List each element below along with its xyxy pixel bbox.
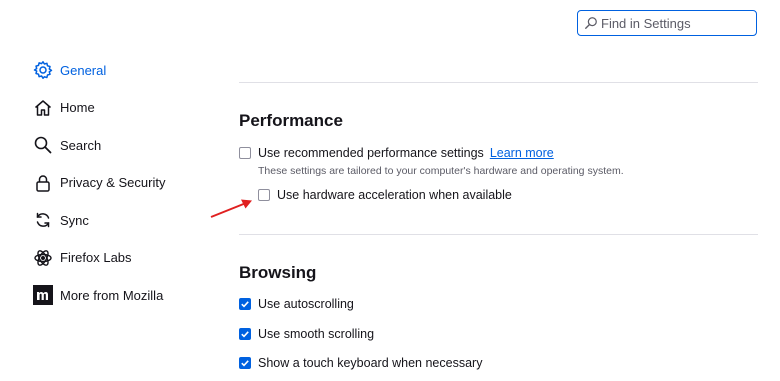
recommended-performance-checkbox[interactable]	[239, 147, 251, 159]
annotation-arrow-icon	[210, 199, 252, 218]
smooth-scrolling-checkbox[interactable]	[239, 328, 251, 340]
section-divider	[239, 234, 758, 235]
autoscrolling-checkbox[interactable]	[239, 298, 251, 310]
autoscrolling-row: Use autoscrolling	[239, 297, 354, 311]
sidebar-item-home[interactable]: Home	[33, 96, 165, 120]
labs-icon	[33, 248, 53, 268]
smooth-scrolling-row: Use smooth scrolling	[239, 327, 374, 341]
hardware-acceleration-checkbox[interactable]	[258, 189, 270, 201]
sidebar-nav: General Home Search Privacy & Security S…	[33, 58, 165, 321]
search-icon	[585, 17, 597, 29]
touch-keyboard-row: Show a touch keyboard when necessary	[239, 356, 482, 370]
lock-icon	[33, 173, 53, 193]
sidebar-item-privacy[interactable]: Privacy & Security	[33, 171, 165, 195]
sidebar-item-search[interactable]: Search	[33, 133, 165, 157]
sidebar-item-sync[interactable]: Sync	[33, 208, 165, 232]
mozilla-icon	[33, 285, 53, 305]
sidebar-item-general[interactable]: General	[33, 58, 165, 82]
recommended-performance-label[interactable]: Use recommended performance settings	[258, 146, 484, 160]
autoscrolling-label[interactable]: Use autoscrolling	[258, 297, 354, 311]
checkmark-icon	[241, 360, 249, 367]
smooth-scrolling-label[interactable]: Use smooth scrolling	[258, 327, 374, 341]
checkmark-icon	[241, 331, 249, 338]
gear-icon	[33, 60, 53, 80]
hardware-acceleration-label[interactable]: Use hardware acceleration when available	[277, 188, 512, 202]
sidebar-item-label: Firefox Labs	[60, 250, 132, 265]
search-input[interactable]	[601, 15, 751, 31]
sidebar-item-label: General	[60, 62, 107, 78]
sidebar-item-label: Home	[60, 100, 95, 115]
recommended-performance-row: Use recommended performance settings Lea…	[239, 146, 554, 160]
section-divider	[239, 82, 758, 83]
hardware-acceleration-row: Use hardware acceleration when available	[258, 188, 512, 202]
sync-icon	[33, 210, 53, 230]
sidebar-item-firefox-labs[interactable]: Firefox Labs	[33, 246, 165, 270]
search-icon	[33, 135, 53, 155]
sidebar-item-label: Privacy & Security	[60, 175, 166, 190]
sidebar-item-more-from-mozilla[interactable]: More from Mozilla	[33, 283, 165, 307]
settings-search-box[interactable]	[577, 10, 757, 36]
performance-heading: Performance	[239, 111, 343, 130]
browsing-heading: Browsing	[239, 263, 317, 282]
sidebar-item-label: Search	[60, 137, 102, 153]
sidebar-item-label: Sync	[60, 212, 89, 228]
performance-description: These settings are tailored to your comp…	[258, 165, 624, 177]
checkmark-icon	[241, 301, 249, 308]
touch-keyboard-checkbox[interactable]	[239, 357, 251, 369]
sidebar-item-label: More from Mozilla	[60, 287, 164, 303]
learn-more-link[interactable]: Learn more	[490, 146, 554, 160]
home-icon	[33, 98, 53, 118]
touch-keyboard-label[interactable]: Show a touch keyboard when necessary	[258, 356, 482, 370]
